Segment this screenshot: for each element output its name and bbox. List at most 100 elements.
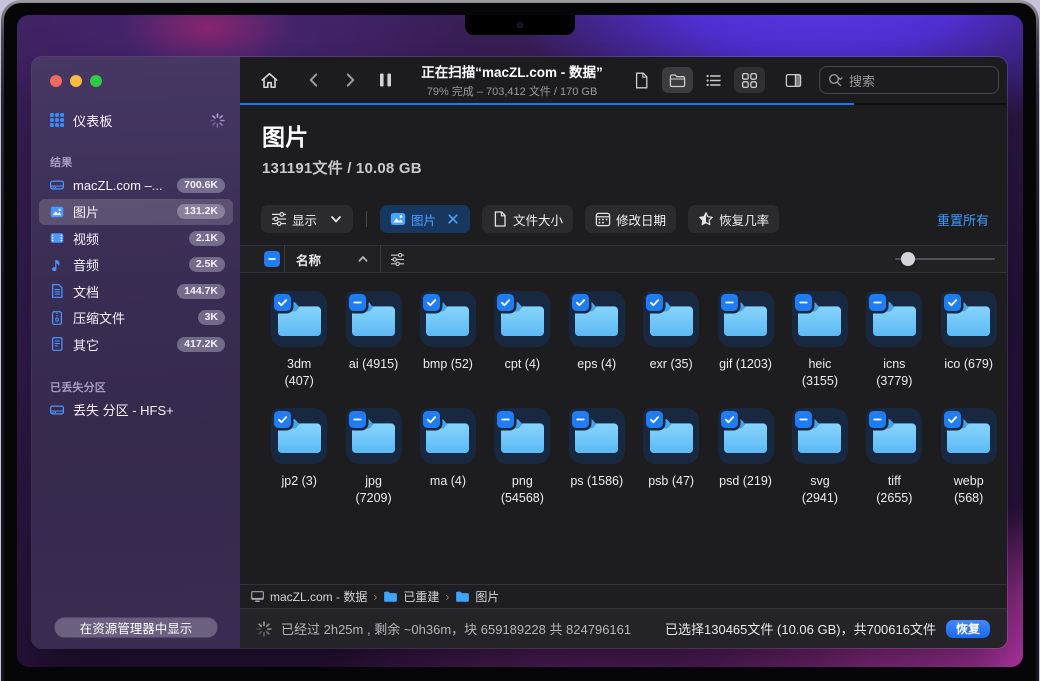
view-file-button[interactable] xyxy=(626,67,657,93)
sidebar-item-dashboard[interactable]: 仪表板 xyxy=(32,107,240,133)
folder-checkbox[interactable] xyxy=(423,294,440,311)
breadcrumb-item[interactable]: › 图片 xyxy=(439,588,499,605)
sidebar-item[interactable]: 丢失 分区 - HFS+ xyxy=(39,397,233,424)
folder-tile[interactable] xyxy=(271,291,327,347)
folder-tile[interactable] xyxy=(643,291,699,347)
sidebar-item[interactable]: 其它 417.2K xyxy=(39,331,233,358)
folder-item[interactable]: ma (4) xyxy=(411,408,485,525)
folder-tile[interactable] xyxy=(792,408,848,464)
folder-checkbox[interactable] xyxy=(721,294,738,311)
column-options-icon[interactable] xyxy=(390,252,405,267)
folder-tile[interactable] xyxy=(494,291,550,347)
sort-ascending-icon[interactable] xyxy=(357,253,369,265)
folder-tile[interactable] xyxy=(569,408,625,464)
sidebar-item[interactable]: 压缩文件 3K xyxy=(39,305,233,332)
home-button[interactable] xyxy=(260,71,279,90)
folder-tile[interactable] xyxy=(271,408,327,464)
folder-item[interactable]: psd (219) xyxy=(708,408,782,525)
folder-checkbox[interactable] xyxy=(646,294,663,311)
filter-chip[interactable]: 图片 xyxy=(380,205,470,233)
pause-scan-button[interactable] xyxy=(379,73,392,87)
folder-tile[interactable] xyxy=(346,291,402,347)
zoom-window-button[interactable] xyxy=(90,75,102,87)
folder-item[interactable]: png(54568) xyxy=(485,408,559,525)
folder-item[interactable]: heic(3155) xyxy=(783,291,857,408)
folder-item[interactable]: 3dm(407) xyxy=(262,291,336,408)
breadcrumb-item[interactable]: › 已重建 xyxy=(367,588,439,605)
folder-item[interactable]: psb (47) xyxy=(634,408,708,525)
folder-checkbox[interactable] xyxy=(646,411,663,428)
folder-checkbox[interactable] xyxy=(944,411,961,428)
folder-checkbox[interactable] xyxy=(497,411,514,428)
icon-size-slider[interactable] xyxy=(895,252,995,266)
folder-tile[interactable] xyxy=(792,291,848,347)
folder-checkbox[interactable] xyxy=(349,411,366,428)
folder-tile[interactable] xyxy=(569,291,625,347)
remove-filter-icon[interactable] xyxy=(446,212,460,226)
folder-tile[interactable] xyxy=(494,408,550,464)
folder-item[interactable]: jp2 (3) xyxy=(262,408,336,525)
sidebar-item[interactable]: 文档 144.7K xyxy=(39,278,233,305)
folder-checkbox[interactable] xyxy=(274,411,291,428)
filter-chip[interactable]: 修改日期 xyxy=(585,205,676,233)
folder-tile[interactable] xyxy=(643,408,699,464)
back-button[interactable] xyxy=(305,71,323,89)
folder-checkbox[interactable] xyxy=(274,294,291,311)
forward-button[interactable] xyxy=(341,71,359,89)
folder-item[interactable]: eps (4) xyxy=(560,291,634,408)
folder-tile[interactable] xyxy=(420,408,476,464)
folder-tile[interactable] xyxy=(866,291,922,347)
folder-checkbox[interactable] xyxy=(349,294,366,311)
folder-checkbox[interactable] xyxy=(572,411,589,428)
name-column-header[interactable]: 名称 xyxy=(296,250,321,269)
folder-tile[interactable] xyxy=(866,408,922,464)
reveal-in-explorer-button[interactable]: 在资源管理器中显示 xyxy=(55,618,217,637)
search-input[interactable]: 搜索 xyxy=(820,67,998,93)
folder-tile[interactable] xyxy=(718,291,774,347)
folder-item[interactable]: bmp (52) xyxy=(411,291,485,408)
slider-knob[interactable] xyxy=(901,252,915,266)
folder-item[interactable]: webp(568) xyxy=(932,408,1006,525)
folder-item[interactable]: svg(2941) xyxy=(783,408,857,525)
sidebar-item[interactable]: 音频 2.5K xyxy=(39,252,233,279)
filter-chip[interactable]: 文件大小 xyxy=(482,205,573,233)
show-filter-dropdown[interactable]: 显示 xyxy=(261,205,353,233)
folder-checkbox[interactable] xyxy=(869,411,886,428)
view-columns-button[interactable] xyxy=(778,67,809,93)
close-window-button[interactable] xyxy=(50,75,62,87)
folder-tile[interactable] xyxy=(346,408,402,464)
folder-checkbox[interactable] xyxy=(795,411,812,428)
minimize-window-button[interactable] xyxy=(70,75,82,87)
folder-item[interactable]: gif (1203) xyxy=(708,291,782,408)
view-list-button[interactable] xyxy=(698,67,729,93)
folder-checkbox[interactable] xyxy=(721,411,738,428)
view-folder-button[interactable] xyxy=(662,67,693,93)
sidebar-item[interactable]: 图片 131.2K xyxy=(39,199,233,226)
folder-item[interactable]: ico (679) xyxy=(932,291,1006,408)
folder-item[interactable]: tiff(2655) xyxy=(857,408,931,525)
folder-checkbox[interactable] xyxy=(497,294,514,311)
folder-item[interactable]: jpg(7209) xyxy=(336,408,410,525)
folder-item[interactable]: ps (1586) xyxy=(560,408,634,525)
reset-all-link[interactable]: 重置所有 xyxy=(937,210,989,229)
folder-tile[interactable] xyxy=(420,291,476,347)
folder-tile[interactable] xyxy=(941,291,997,347)
folder-item[interactable]: ai (4915) xyxy=(336,291,410,408)
select-all-checkbox[interactable] xyxy=(264,251,280,267)
sidebar-item[interactable]: macZL.com –... 700.6K xyxy=(39,172,233,199)
folder-checkbox[interactable] xyxy=(795,294,812,311)
folder-tile[interactable] xyxy=(941,408,997,464)
folder-item[interactable]: icns(3779) xyxy=(857,291,931,408)
sidebar-item[interactable]: 视频 2.1K xyxy=(39,225,233,252)
recover-button[interactable]: 恢复 xyxy=(946,620,990,638)
folder-checkbox[interactable] xyxy=(869,294,886,311)
folder-checkbox[interactable] xyxy=(944,294,961,311)
view-grid-button[interactable] xyxy=(734,67,765,93)
folder-item[interactable]: cpt (4) xyxy=(485,291,559,408)
folder-item[interactable]: exr (35) xyxy=(634,291,708,408)
folder-tile[interactable] xyxy=(718,408,774,464)
filter-chip[interactable]: 恢复几率 xyxy=(688,205,779,233)
folder-checkbox[interactable] xyxy=(572,294,589,311)
folder-checkbox[interactable] xyxy=(423,411,440,428)
breadcrumb-item[interactable]: macZL.com - 数据 xyxy=(250,588,367,605)
